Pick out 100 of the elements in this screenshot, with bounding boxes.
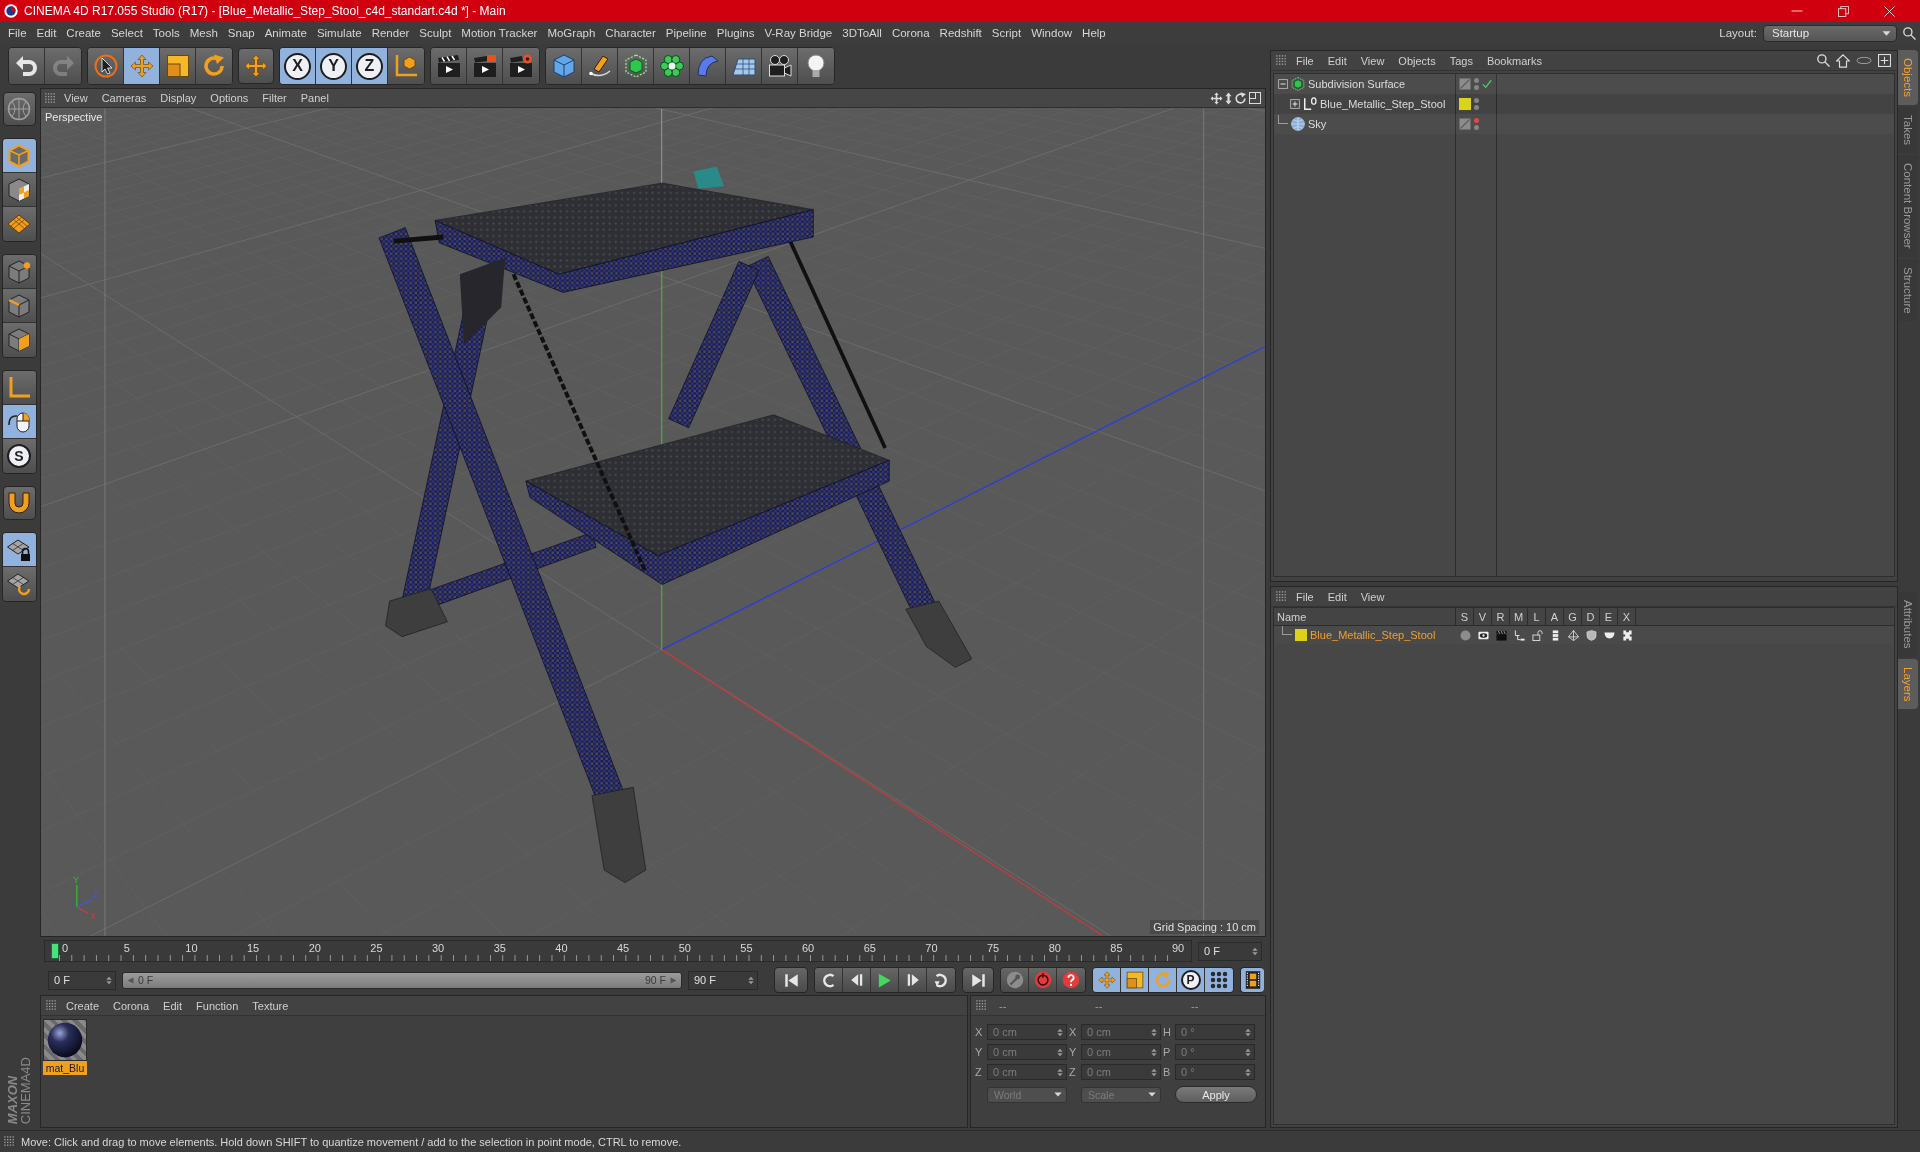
menu-item[interactable]: Sculpt (414, 27, 457, 39)
render-settings-button[interactable] (503, 48, 539, 84)
eye-icon[interactable] (1477, 629, 1489, 641)
timeline-button[interactable] (1240, 967, 1264, 993)
viewport-menu-item[interactable]: Options (204, 92, 255, 104)
visibility-dot-icon[interactable] (1474, 78, 1479, 83)
lock-workplane-button[interactable] (2, 533, 36, 567)
check-icon[interactable] (1482, 79, 1492, 89)
rotate-view-icon[interactable] (1234, 91, 1247, 105)
floor-button[interactable] (726, 48, 762, 84)
visibility-dot-icon[interactable] (1474, 118, 1479, 123)
make-editable-button[interactable] (2, 92, 36, 126)
axis-lock-button[interactable]: X (280, 48, 316, 84)
column-header[interactable]: E (1600, 608, 1618, 625)
viewport-menu-item[interactable]: Display (154, 92, 203, 104)
viewport-menu-item[interactable]: View (58, 92, 94, 104)
menu-item[interactable]: Help (1077, 27, 1111, 39)
hierarchy-icon[interactable] (1513, 629, 1525, 641)
menu-item[interactable]: Animate (259, 27, 312, 39)
object-menu-item[interactable]: Bookmarks (1481, 54, 1547, 67)
search-icon[interactable] (1903, 26, 1916, 40)
render-button[interactable] (467, 48, 503, 84)
menu-item[interactable]: Script (986, 27, 1027, 39)
viewport-menu-item[interactable]: Panel (294, 92, 335, 104)
autokey-help-button[interactable] (1057, 968, 1085, 992)
grip-icon[interactable] (45, 92, 56, 104)
axis-lock-button[interactable]: Y (316, 48, 352, 84)
clapperboard-icon[interactable] (1495, 629, 1507, 641)
object-menu-item[interactable]: Edit (1322, 54, 1352, 67)
pyramid-icon[interactable] (1567, 629, 1579, 641)
tweak-mode-button[interactable] (2, 405, 36, 439)
menu-item[interactable]: Create (61, 27, 106, 39)
step-back-button[interactable] (843, 968, 871, 992)
grip-icon[interactable] (1276, 55, 1287, 66)
step-forward-button[interactable] (899, 968, 927, 992)
menu-item[interactable]: Corona (886, 27, 935, 39)
add-panel-icon[interactable] (1878, 54, 1891, 67)
menu-item[interactable]: Snap (222, 27, 260, 39)
column-header[interactable]: D (1582, 608, 1600, 625)
menu-item[interactable]: Simulate (311, 27, 367, 39)
snap-button[interactable]: S (2, 439, 36, 473)
frame-range-slider[interactable]: 0 F 90 F (122, 971, 682, 989)
object-menu-item[interactable]: File (1291, 54, 1319, 67)
workplane-align-button[interactable] (2, 567, 36, 601)
viewport-menu-item[interactable]: Cameras (95, 92, 153, 104)
zoom-view-icon[interactable] (1225, 91, 1232, 105)
edges-mode-button[interactable] (2, 289, 36, 323)
play-button[interactable] (871, 968, 899, 992)
select-tool-button[interactable] (88, 48, 124, 84)
subdivision-button[interactable] (618, 48, 654, 84)
move-view-icon[interactable] (1210, 91, 1223, 105)
maximize-icon[interactable] (1249, 92, 1261, 104)
polygons-mode-button[interactable] (2, 323, 36, 357)
column-header[interactable]: S (1456, 608, 1474, 625)
object-name[interactable]: Sky (1308, 118, 1327, 130)
layer-menu-item[interactable]: File (1291, 590, 1319, 603)
grip-icon[interactable] (1276, 591, 1287, 602)
menu-item[interactable]: File (3, 27, 32, 39)
solo-dot-icon[interactable] (1459, 629, 1471, 641)
visibility-dot-icon[interactable] (1474, 85, 1479, 90)
menu-item[interactable]: Character (600, 27, 661, 39)
cube-button[interactable] (546, 48, 582, 84)
column-header[interactable]: R (1492, 608, 1510, 625)
menu-item[interactable]: Redshift (934, 27, 987, 39)
rotate-tool-button[interactable] (196, 48, 232, 84)
previous-key-button[interactable] (815, 968, 843, 992)
material-menu-item[interactable]: Function (191, 999, 244, 1012)
go-to-start-button[interactable] (774, 967, 808, 993)
menu-item[interactable]: Tools (147, 27, 185, 39)
menu-item[interactable]: Pipeline (660, 27, 712, 39)
playhead[interactable] (51, 943, 59, 959)
material-menu-item[interactable]: Create (61, 999, 105, 1012)
menu-item[interactable]: Render (366, 27, 415, 39)
undo-button[interactable] (9, 48, 45, 84)
layer-menu-item[interactable]: Edit (1322, 590, 1352, 603)
visibility-dot-icon[interactable] (1474, 105, 1479, 110)
material-name[interactable]: mat_Blu (43, 1061, 87, 1075)
workplane-mode-button[interactable] (2, 207, 36, 241)
search-icon[interactable] (1817, 54, 1830, 67)
axis-mode-button[interactable] (2, 371, 36, 405)
magnet-button[interactable] (2, 486, 36, 520)
transform-tool-button[interactable] (238, 48, 274, 84)
puzzle-icon[interactable] (1621, 629, 1633, 641)
menu-item[interactable]: V-Ray Bridge (759, 27, 838, 39)
timeline-ruler[interactable]: 0 5 10 15 20 25 30 35 40 45 50 55 60 65 70 75 80 85 90 (44, 940, 1192, 962)
expand-icon[interactable] (1290, 99, 1300, 109)
viewport-menu-item[interactable]: Filter (256, 92, 293, 104)
object-menu-item[interactable]: Tags (1444, 54, 1478, 67)
unlocked-icon[interactable] (1531, 629, 1543, 641)
move-tool-button[interactable] (124, 48, 160, 84)
collapse-icon[interactable] (1278, 79, 1288, 89)
start-frame-field[interactable]: 0 F (48, 970, 116, 990)
scale-tool-button[interactable] (160, 48, 196, 84)
column-header[interactable]: G (1564, 608, 1582, 625)
layer-menu-item[interactable]: View (1355, 590, 1390, 603)
menu-item[interactable]: Edit (31, 27, 62, 39)
object-menu-item[interactable]: Objects (1393, 54, 1441, 67)
camera-button[interactable] (762, 48, 798, 84)
grip-icon[interactable] (4, 1136, 15, 1147)
menu-item[interactable]: 3DToAll (837, 27, 887, 39)
